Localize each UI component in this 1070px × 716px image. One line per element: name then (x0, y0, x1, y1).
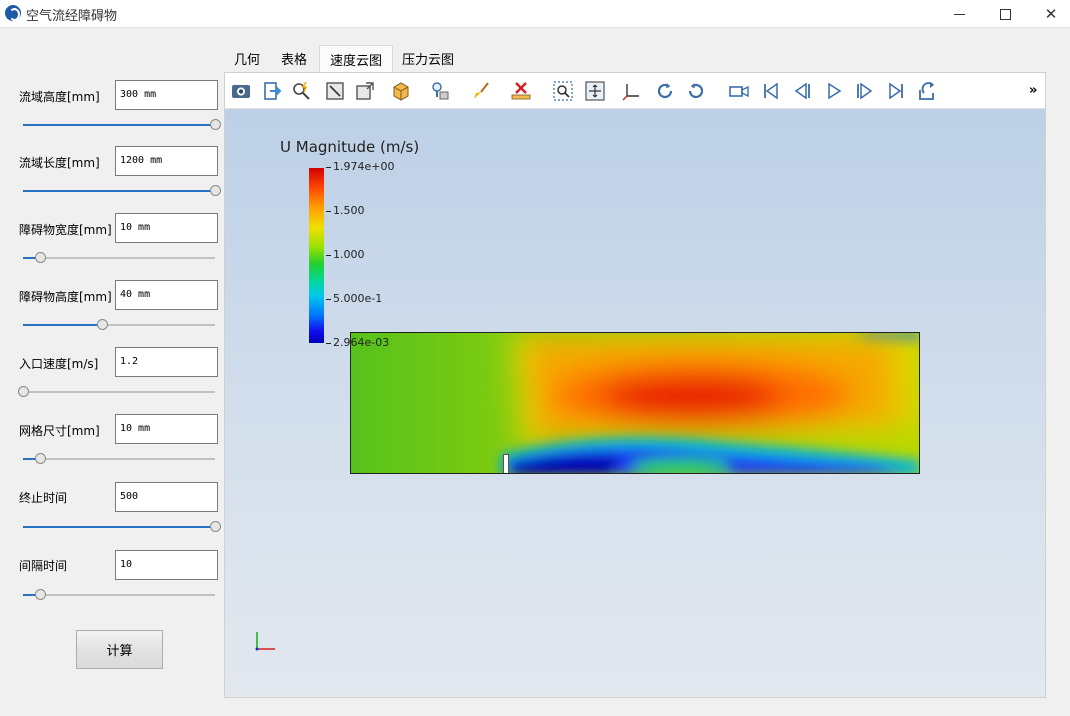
legend-label-min: 2.964e-03 (326, 336, 389, 349)
legend-colorbar (309, 168, 324, 343)
domain-height-slider[interactable] (23, 119, 221, 131)
axes-orient-icon[interactable] (621, 81, 641, 101)
param-label-end-time: 终止时间 (19, 491, 68, 505)
tab-velocity-contour[interactable]: 速度云图 (319, 45, 394, 72)
obstacle-width-slider[interactable] (23, 252, 215, 264)
slider-handle[interactable] (210, 521, 221, 532)
play-icon[interactable] (824, 81, 844, 101)
rotate-ccw-icon[interactable] (686, 81, 706, 101)
param-label-mesh-size: 网格尺寸[mm] (19, 424, 100, 438)
velocity-view-panel: » U Magnitude (m/s) 1.974e+00 1.500 1.00… (224, 72, 1046, 698)
legend-label-0500: 5.000e-1 (326, 292, 382, 305)
slider-handle[interactable] (35, 453, 47, 464)
obstacle-width-input[interactable]: 10 mm (115, 213, 218, 243)
probe-icon[interactable] (430, 81, 450, 101)
render-viewport[interactable]: U Magnitude (m/s) 1.974e+00 1.500 1.000 … (225, 109, 1045, 697)
domain-height-input[interactable]: 300 mm (115, 80, 218, 110)
end-time-input[interactable]: 500 (115, 482, 218, 512)
slider-handle[interactable] (18, 386, 29, 397)
maximize-button[interactable] (982, 0, 1028, 28)
video-camera-icon[interactable] (729, 81, 749, 101)
app-logo-icon (5, 5, 21, 21)
orientation-axes-icon (255, 632, 275, 651)
calculate-button[interactable]: 计算 (76, 630, 163, 669)
obstacle-height-slider[interactable] (23, 319, 215, 331)
next-frame-icon[interactable] (855, 81, 875, 101)
slider-handle[interactable] (35, 589, 47, 600)
rotate-cw-icon[interactable] (655, 81, 675, 101)
end-time-slider[interactable] (23, 521, 221, 533)
inlet-velocity-slider[interactable] (18, 386, 215, 398)
slider-handle[interactable] (35, 252, 47, 263)
close-button[interactable]: ✕ (1028, 0, 1070, 28)
obstacle-shape (503, 454, 509, 473)
export-icon[interactable] (263, 81, 283, 101)
toolbar-overflow-icon[interactable]: » (1029, 83, 1037, 98)
render-toolbar: » (225, 73, 1045, 109)
brush-icon[interactable] (471, 81, 491, 101)
param-label-domain-length: 流域长度[mm] (19, 156, 100, 170)
zoom-box-icon[interactable] (553, 81, 573, 101)
inlet-velocity-input[interactable]: 1.2 (115, 347, 218, 377)
slider-handle[interactable] (96, 319, 108, 330)
param-label-domain-height: 流域高度[mm] (19, 90, 100, 104)
title-bar: 空气流经障碍物 ✕ (0, 0, 1070, 28)
velocity-contour-plot (350, 332, 920, 474)
param-label-interval-time: 间隔时间 (19, 559, 68, 573)
interval-time-slider[interactable] (23, 589, 215, 601)
box-view-icon[interactable] (355, 81, 375, 101)
cube-faces-icon[interactable] (391, 81, 411, 101)
first-frame-icon[interactable] (761, 81, 781, 101)
mesh-size-input[interactable]: 10 mm (115, 414, 218, 444)
velocity-field (351, 333, 919, 473)
mesh-size-slider[interactable] (23, 453, 215, 465)
slider-handle[interactable] (210, 185, 221, 196)
tab-table[interactable]: 表格 (271, 45, 317, 72)
legend-label-1500: 1.500 (326, 204, 365, 217)
loop-icon[interactable] (917, 81, 937, 101)
fit-view-icon[interactable] (585, 81, 605, 101)
domain-length-input[interactable]: 1200 mm (115, 146, 218, 176)
param-label-inlet-velocity: 入口速度[m/s] (19, 357, 99, 371)
zoom-query-icon[interactable] (291, 81, 311, 101)
minimize-icon (953, 13, 965, 15)
tab-pressure-contour[interactable]: 压力云图 (392, 45, 464, 72)
param-label-obstacle-width: 障碍物宽度[mm] (19, 223, 112, 237)
camera-icon[interactable] (231, 81, 251, 101)
slider-handle[interactable] (210, 119, 221, 130)
domain-length-slider[interactable] (23, 185, 221, 197)
legend-label-max: 1.974e+00 (326, 160, 394, 173)
legend-title: U Magnitude (m/s) (280, 138, 420, 156)
obstacle-height-input[interactable]: 40 mm (115, 280, 218, 310)
maximize-icon (999, 8, 1011, 20)
reset-view-icon[interactable] (325, 81, 345, 101)
interval-time-input[interactable]: 10 (115, 550, 218, 580)
tab-geometry[interactable]: 几何 (224, 45, 270, 72)
legend-label-1000: 1.000 (326, 248, 365, 261)
prev-frame-icon[interactable] (792, 81, 812, 101)
minimize-button[interactable] (936, 0, 982, 28)
window-title: 空气流经障碍物 (26, 9, 118, 24)
ruler-icon[interactable] (511, 81, 531, 101)
last-frame-icon[interactable] (886, 81, 906, 101)
param-label-obstacle-height: 障碍物高度[mm] (19, 290, 112, 304)
